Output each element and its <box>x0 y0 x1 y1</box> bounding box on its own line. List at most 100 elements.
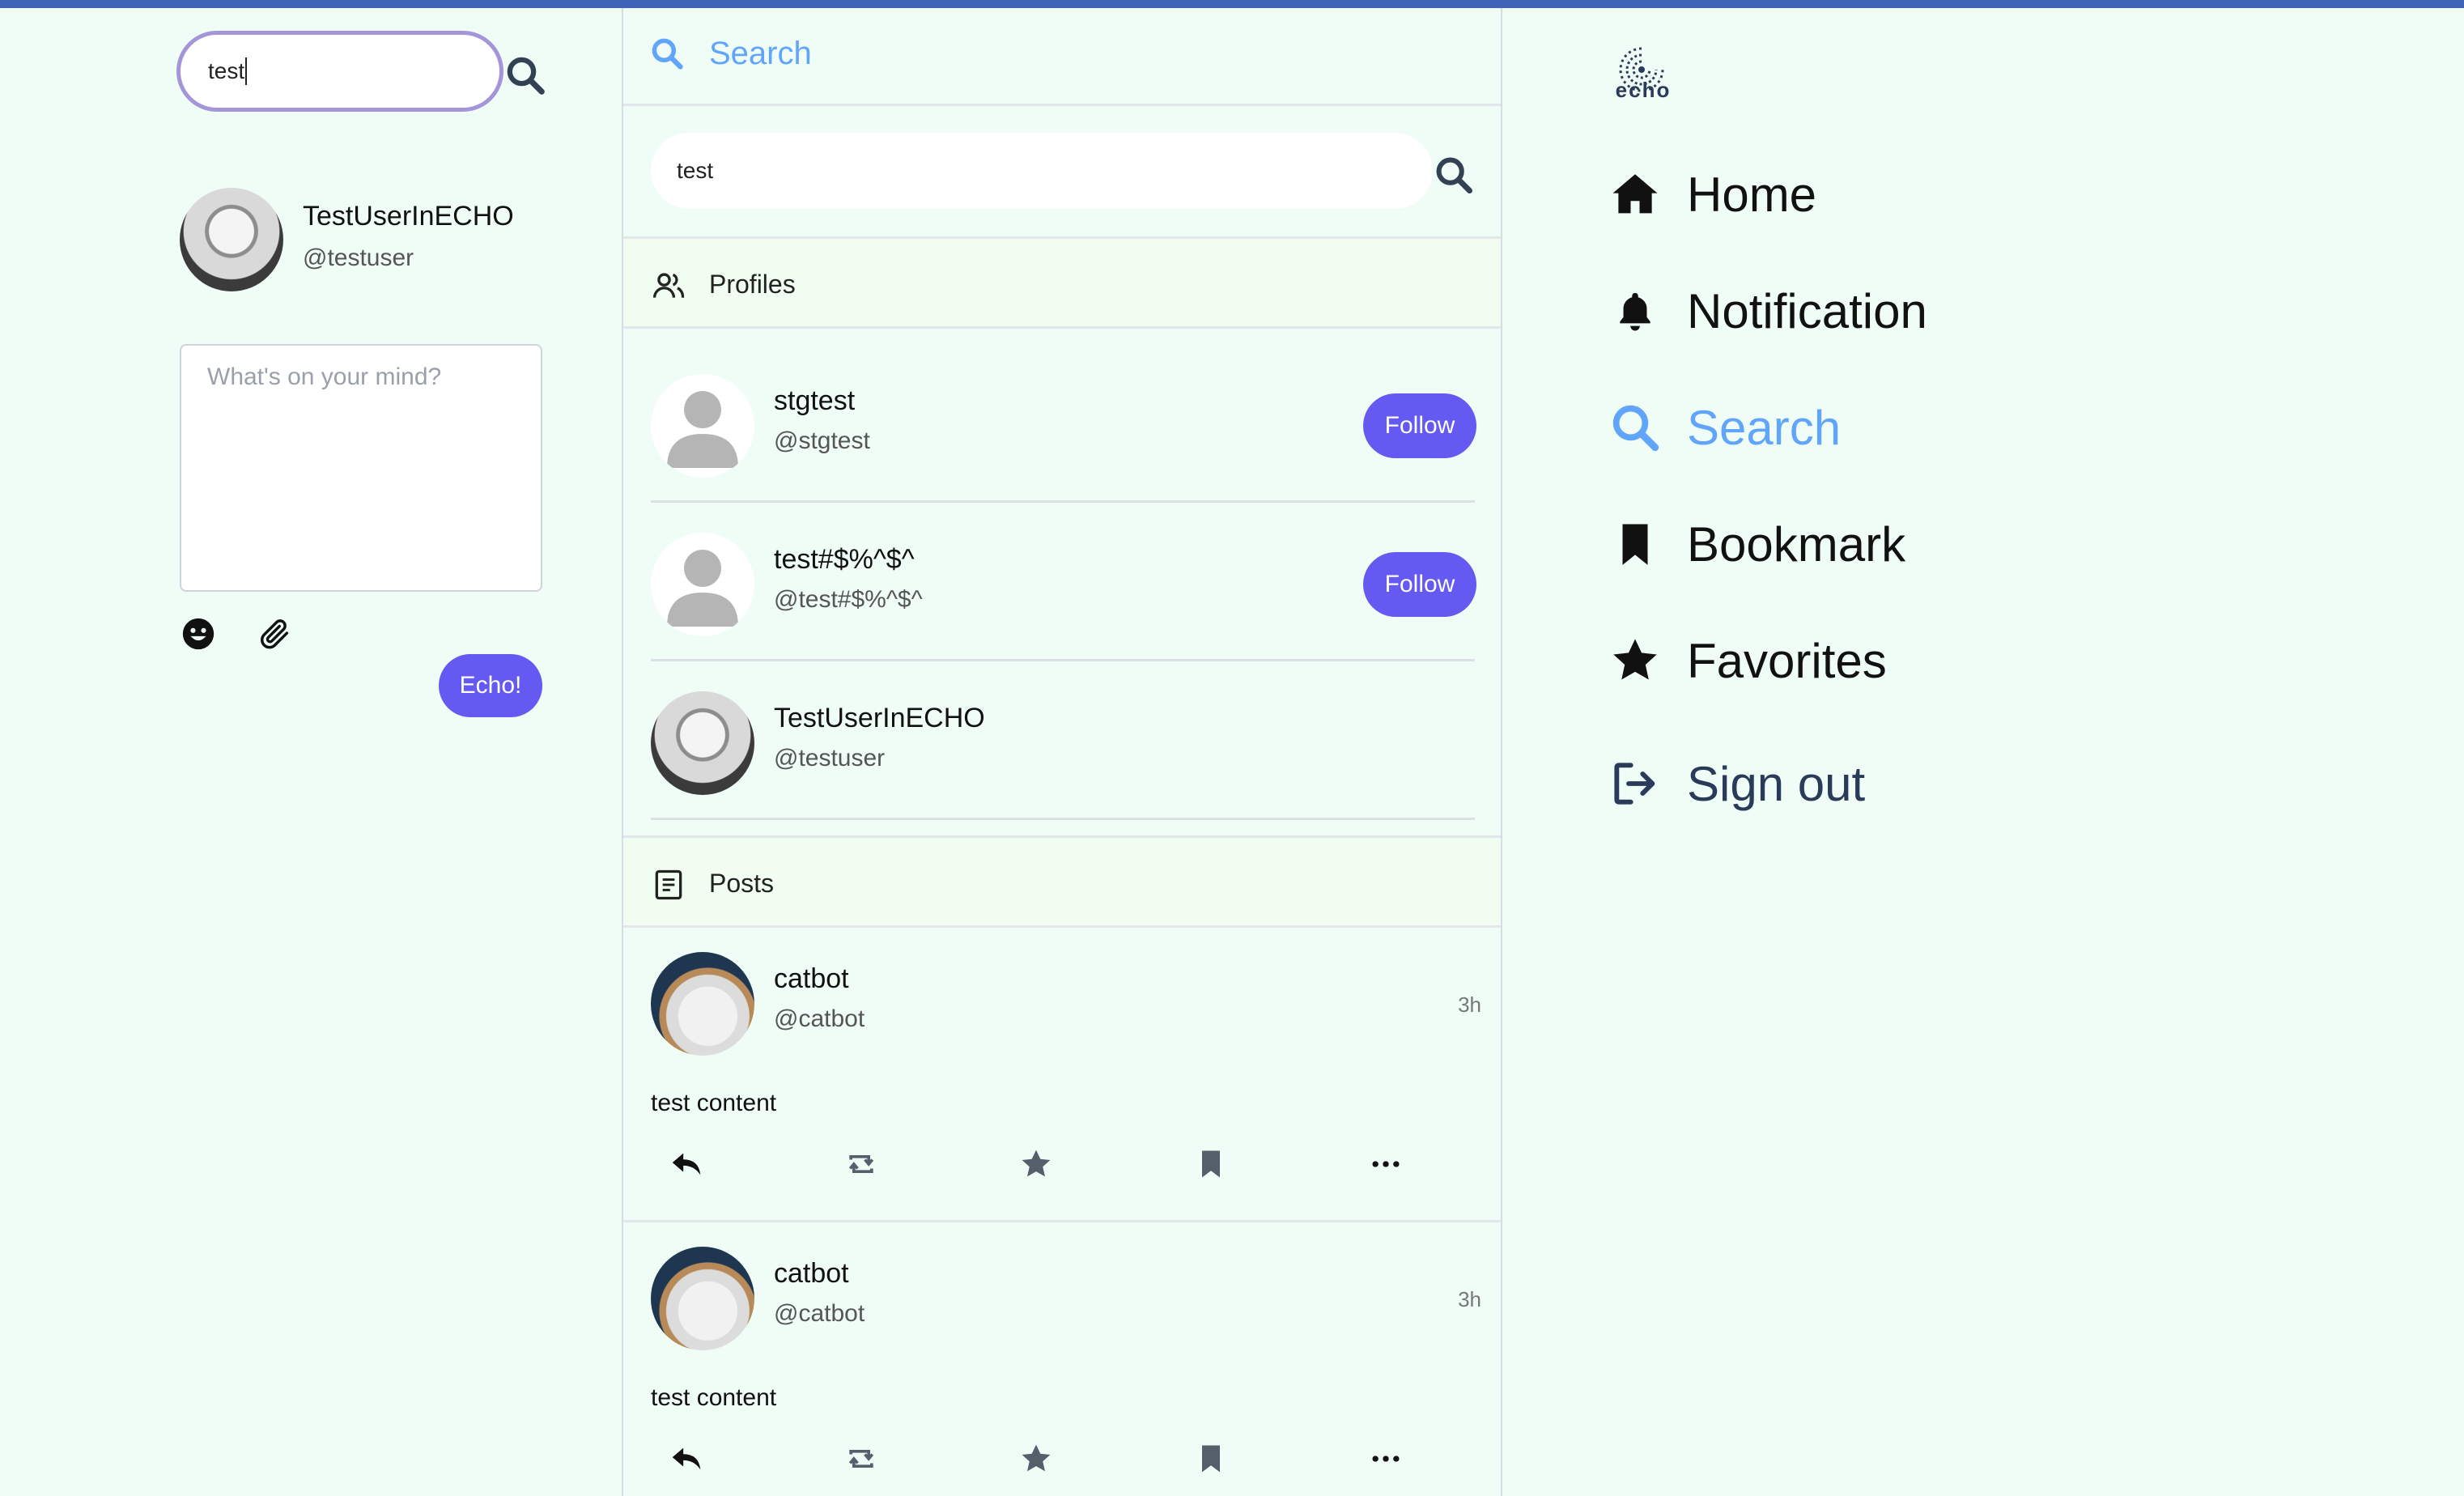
star-icon <box>1613 639 1657 680</box>
profile-handle: @testuser <box>774 745 886 771</box>
bookmark-button[interactable] <box>1192 1145 1230 1184</box>
profile-result-row[interactable]: stgtest @stgtest Follow <box>651 342 1476 503</box>
repost-button[interactable] <box>842 1439 881 1478</box>
reply-button[interactable] <box>667 1145 706 1184</box>
post-timestamp: 3h <box>1458 992 1481 1017</box>
post-actions <box>651 1145 1485 1193</box>
scrollbar[interactable] <box>1501 8 1502 1496</box>
profile-handle: @test#$%^$^ <box>774 586 923 613</box>
avatar[interactable] <box>180 188 283 291</box>
emoji-button[interactable] <box>180 615 217 652</box>
smiley-icon <box>182 618 215 650</box>
bookmark-icon <box>1202 1150 1220 1178</box>
logo-text: echo <box>1615 78 1672 102</box>
attach-button[interactable] <box>257 615 295 652</box>
reply-icon <box>672 1153 701 1175</box>
bookmark-icon <box>1622 524 1648 565</box>
profile-handle: @stgtest <box>774 427 870 454</box>
text-caret <box>245 57 248 85</box>
more-dots-icon <box>1372 1161 1400 1167</box>
search-icon <box>507 57 545 95</box>
sign-out-icon <box>1614 763 1655 805</box>
follow-button[interactable]: Follow <box>1363 393 1476 458</box>
post-content: test content <box>651 1384 777 1411</box>
more-dots-icon <box>1372 1456 1400 1462</box>
nav-item-notification[interactable]: Notification <box>1606 270 1927 351</box>
post-author-name: catbot <box>774 963 849 994</box>
default-avatar-icon <box>651 533 754 636</box>
repost-button[interactable] <box>842 1145 881 1184</box>
favorite-button[interactable] <box>1017 1439 1056 1478</box>
profile-name: stgtest <box>774 385 856 416</box>
search-input[interactable]: test <box>651 133 1433 209</box>
nav-item-home[interactable]: Home <box>1606 154 1816 235</box>
profile-result-row[interactable]: test#$%^$^ @test#$%^$^ Follow <box>651 500 1476 661</box>
compose-placeholder: What's on your mind? <box>207 363 442 390</box>
post-item[interactable]: catbot @catbot 3h test content <box>623 928 1501 1222</box>
posts-section-header: Posts <box>623 835 1501 928</box>
star-icon <box>1022 1150 1051 1177</box>
star-icon <box>1022 1444 1051 1472</box>
navigation-sidebar: echo Home Notification Search Bookmark F… <box>1525 8 2464 1496</box>
nav-item-label: Bookmark <box>1687 516 1906 572</box>
search-icon <box>1612 405 1659 452</box>
nav-item-label: Favorites <box>1687 633 1887 688</box>
post-actions <box>651 1439 1485 1488</box>
default-avatar-icon <box>651 374 754 478</box>
sidebar-search-input[interactable]: test <box>176 31 503 112</box>
page-title: Search <box>709 36 812 71</box>
profile-name: test#$%^$^ <box>774 544 915 575</box>
left-sidebar: test TestUserInECHO @testuser What's on … <box>0 8 622 1496</box>
repost-icon <box>848 1155 874 1173</box>
home-icon <box>1612 174 1658 214</box>
compose-textarea[interactable]: What's on your mind? <box>180 344 542 592</box>
profiles-section-header: Profiles <box>623 236 1501 329</box>
bell-icon <box>1620 292 1650 331</box>
profile-result-row[interactable]: TestUserInECHO @testuser <box>651 659 1475 820</box>
favorite-button[interactable] <box>1017 1145 1056 1184</box>
current-user-handle: @testuser <box>303 244 414 271</box>
post-item[interactable]: catbot @catbot 3h test content <box>623 1222 1501 1496</box>
reply-button[interactable] <box>667 1439 706 1478</box>
current-user-name: TestUserInECHO <box>303 201 514 232</box>
nav-item-bookmark[interactable]: Bookmark <box>1606 504 1905 584</box>
bookmark-icon <box>1202 1445 1220 1473</box>
follow-button[interactable]: Follow <box>1363 552 1476 617</box>
nav-item-favorites[interactable]: Favorites <box>1606 620 1887 701</box>
posts-section-label: Posts <box>709 869 775 898</box>
reply-icon <box>672 1447 701 1470</box>
paperclip-icon <box>261 619 289 649</box>
search-results-panel: Search test Profiles stgtest @stgtest Fo… <box>622 8 1502 1496</box>
repost-icon <box>848 1450 874 1468</box>
echo-submit-button[interactable]: Echo! <box>439 654 542 717</box>
document-icon <box>655 869 682 900</box>
users-icon <box>652 273 685 298</box>
nav-item-label: Search <box>1687 400 1842 455</box>
nav-item-label: Home <box>1687 167 1817 222</box>
post-timestamp: 3h <box>1458 1287 1481 1311</box>
search-icon <box>1436 157 1472 193</box>
avatar[interactable] <box>651 1247 754 1350</box>
profiles-section-label: Profiles <box>709 270 796 299</box>
page-header: Search <box>623 8 1501 106</box>
window-top-bar <box>0 0 2464 8</box>
more-options-button[interactable] <box>1366 1145 1405 1184</box>
nav-item-sign-out[interactable]: Sign out <box>1606 743 1865 824</box>
nav-item-label: Notification <box>1687 283 1927 338</box>
search-button[interactable] <box>1433 154 1475 196</box>
search-icon <box>652 38 683 70</box>
post-author-name: catbot <box>774 1258 849 1289</box>
nav-item-search[interactable]: Search <box>1606 387 1841 468</box>
more-options-button[interactable] <box>1366 1439 1405 1478</box>
post-author-handle: @catbot <box>774 1005 865 1032</box>
sidebar-search-value: test <box>208 58 245 83</box>
profile-name: TestUserInECHO <box>774 703 985 733</box>
bookmark-button[interactable] <box>1192 1439 1230 1478</box>
post-author-handle: @catbot <box>774 1300 865 1327</box>
avatar <box>651 691 754 795</box>
sidebar-search-button[interactable] <box>503 53 547 97</box>
post-content: test content <box>651 1090 777 1116</box>
avatar[interactable] <box>651 952 754 1056</box>
nav-item-label: Sign out <box>1687 756 1866 811</box>
search-input-value: test <box>677 158 714 183</box>
